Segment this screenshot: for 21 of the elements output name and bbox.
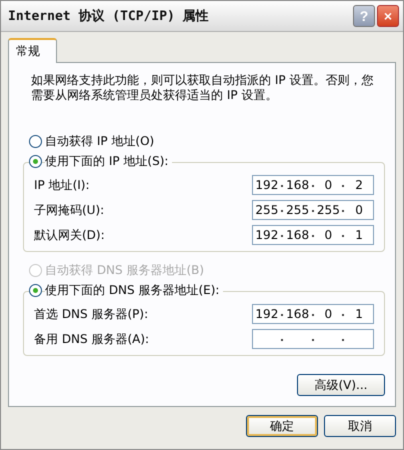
ip-address-field[interactable]: 192 168 0 1 — [252, 225, 374, 245]
ip-address-field[interactable]: 255 255 255 0 — [252, 200, 374, 220]
radio-label: 使用下面的 IP 地址(S): — [45, 152, 172, 170]
field-label: 默认网关(D): — [34, 226, 105, 244]
ok-button[interactable]: 确定 — [246, 415, 318, 437]
radio-label: 使用下面的 DNS 服务器地址(E): — [45, 282, 224, 298]
cancel-button[interactable]: 取消 — [324, 415, 396, 437]
radio-button[interactable] — [29, 134, 42, 148]
window-title: Internet 协议 (TCP/IP) 属性 — [8, 8, 210, 25]
field-label: 备用 DNS 服务器(A): — [34, 330, 150, 348]
description-text: 如果网络支持此功能，则可以获取自动指派的 IP 设置。否则，您需要从网络系统管理员处获得适当的 IP 设置。 — [31, 73, 374, 103]
ip-address-field[interactable]: 192 168 0 2 — [252, 175, 374, 195]
tab[interactable]: 常规 — [8, 38, 57, 63]
radio-button[interactable] — [29, 154, 42, 168]
ip-address-field[interactable] — [252, 329, 374, 349]
radio-button[interactable] — [29, 284, 42, 296]
ip-address-field[interactable]: 192 168 0 1 — [252, 304, 374, 324]
field-label: 首选 DNS 服务器(P): — [34, 306, 148, 322]
field-label: IP 地址(I): — [34, 176, 90, 194]
advanced-button[interactable]: 高级(V)... — [297, 374, 385, 396]
field-label: 子网掩码(U): — [34, 202, 104, 218]
